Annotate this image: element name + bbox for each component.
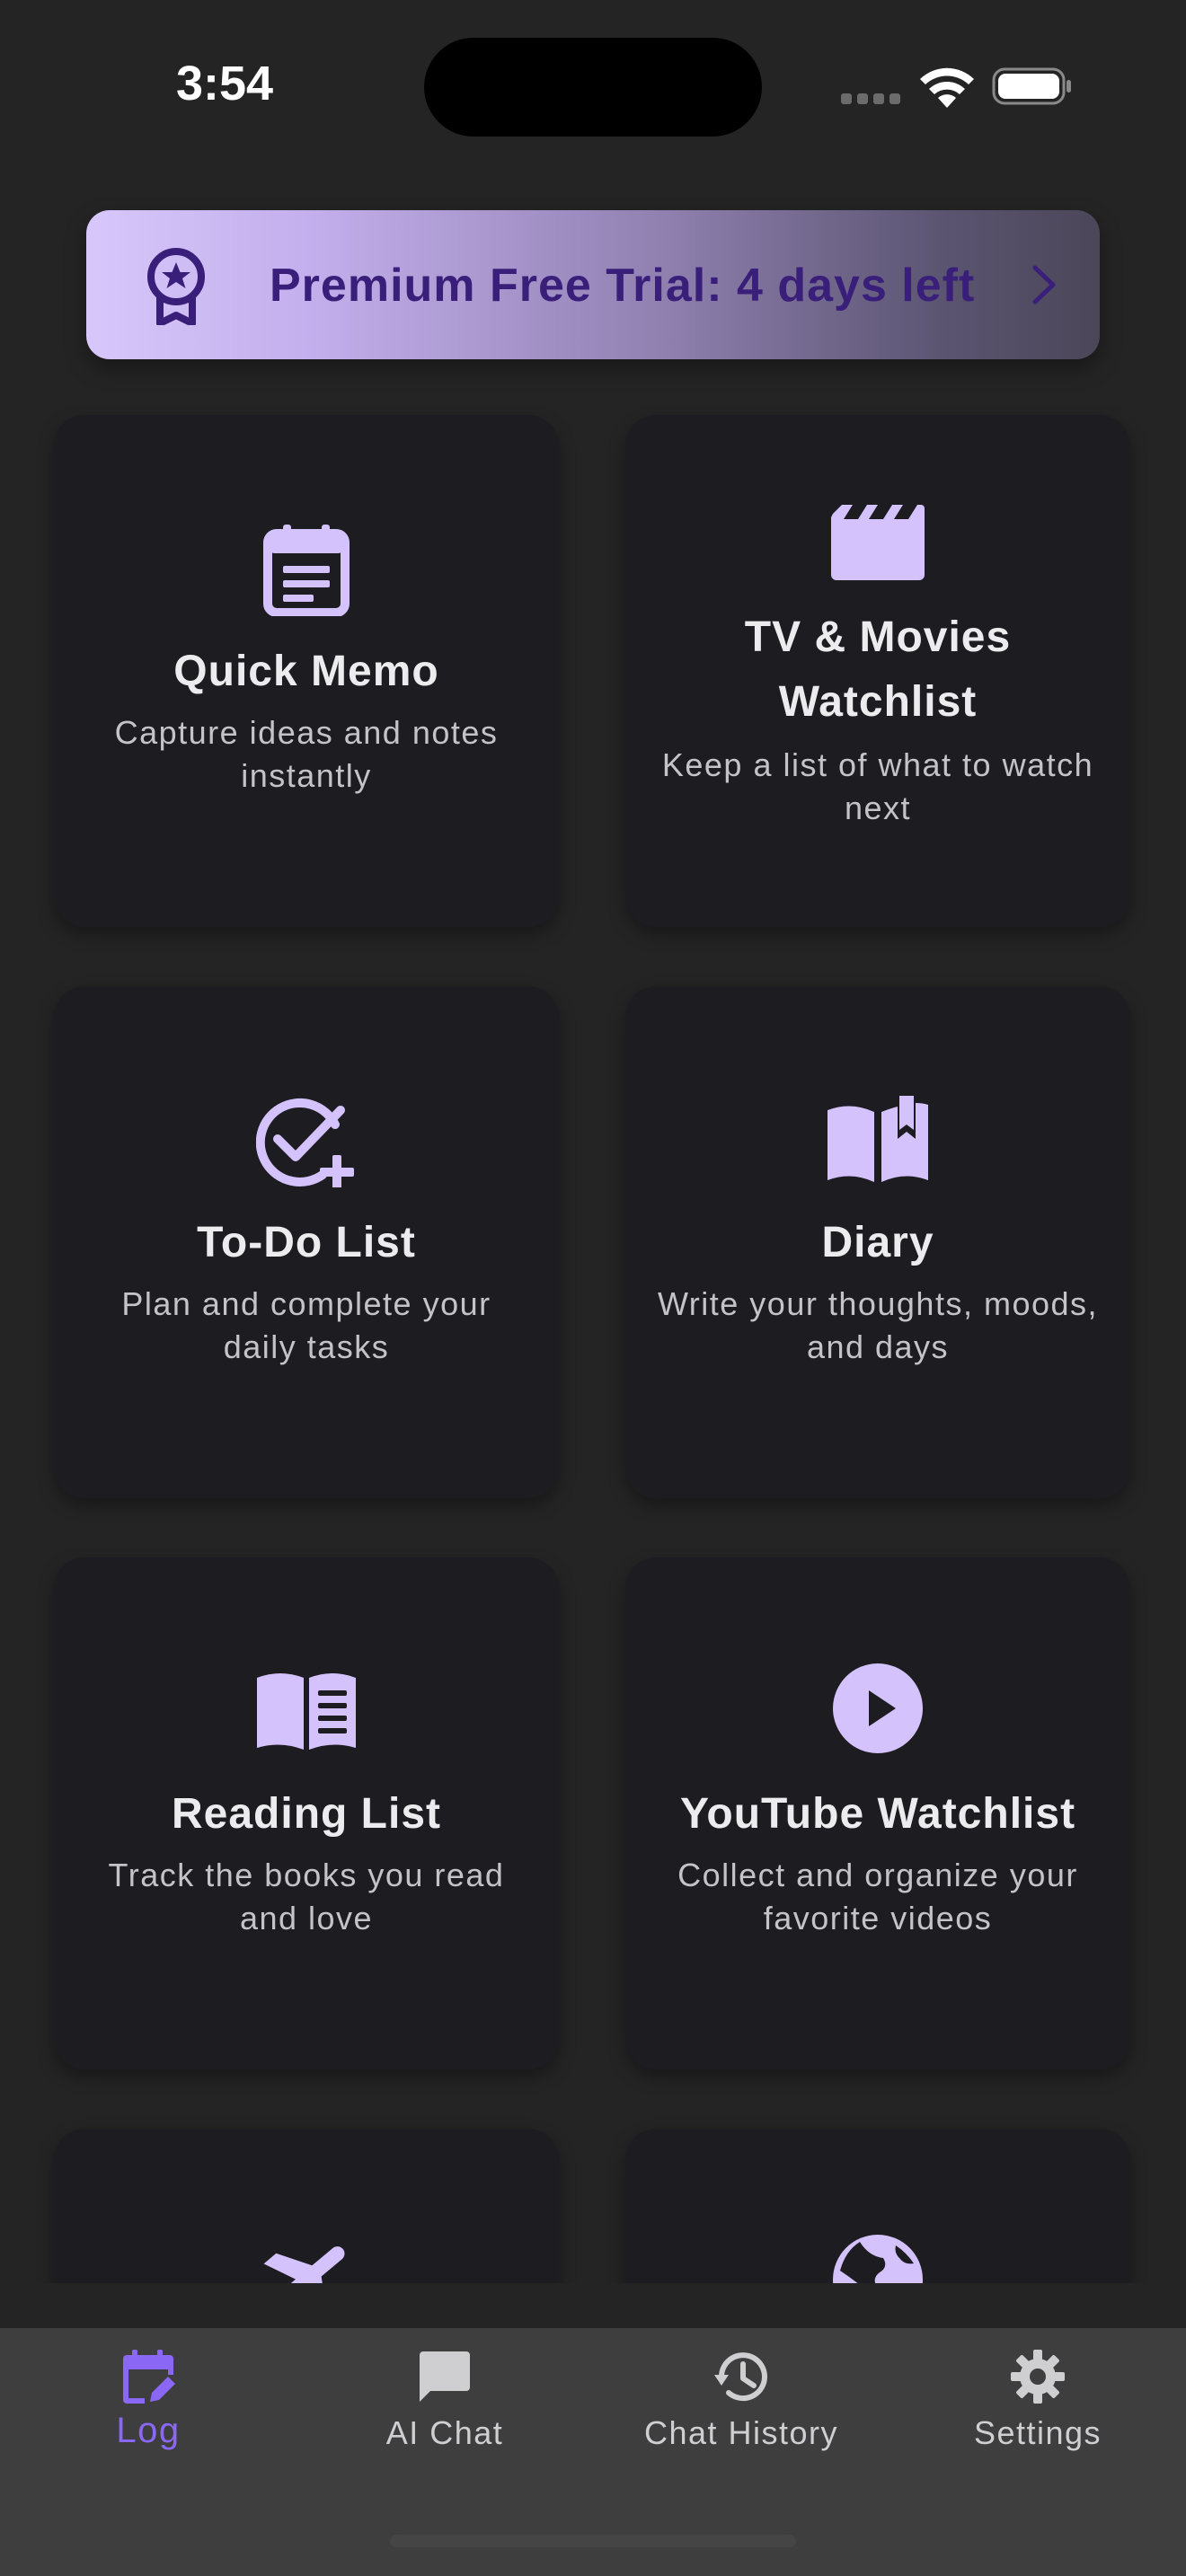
battery-icon — [992, 67, 1071, 105]
card-description: Write your thoughts, moods, and days — [657, 1285, 1099, 1365]
check-circle-plus-icon — [256, 1098, 354, 1187]
card-title: YouTube Watchlist — [679, 1790, 1076, 1838]
card-description: Collect and organize your favorite video… — [677, 1857, 1078, 1936]
tab-log[interactable]: Log — [0, 2328, 296, 2508]
tab-ai-chat[interactable]: AI Chat — [296, 2328, 593, 2508]
card-travel[interactable] — [54, 2129, 559, 2283]
tab-label: AI Chat — [385, 2414, 504, 2451]
card-title: TV & Movies Watchlist — [744, 613, 1012, 726]
card-youtube-watchlist[interactable]: YouTube Watchlist Collect and organize y… — [625, 1557, 1130, 2069]
card-diary[interactable]: Diary Write your thoughts, moods, and da… — [625, 986, 1130, 1498]
chevron-right-icon — [1032, 265, 1056, 304]
award-badge-icon — [147, 248, 205, 325]
card-title: Reading List — [171, 1790, 442, 1838]
open-book-bookmark-icon — [828, 1096, 928, 1182]
premium-trial-text: Premium Free Trial: 4 days left — [270, 260, 976, 312]
tab-label: Chat History — [643, 2414, 839, 2451]
calendar-note-icon — [263, 525, 350, 616]
wifi-icon — [920, 67, 974, 108]
status-time: 3:54 — [175, 57, 274, 110]
book-lines-icon — [257, 1673, 356, 1750]
tab-chat-history[interactable]: Chat History — [593, 2328, 890, 2508]
tab-settings[interactable]: Settings — [890, 2328, 1186, 2508]
dynamic-island — [424, 38, 762, 137]
card-reading-list[interactable]: Reading List Track the books you read an… — [54, 1557, 559, 2069]
card-description: Capture ideas and notes instantly — [114, 714, 499, 794]
globe-icon — [833, 2235, 923, 2283]
airplane-icon — [260, 2246, 345, 2283]
card-title: To-Do List — [197, 1219, 416, 1266]
calendar-edit-icon — [123, 2350, 175, 2404]
card-globe[interactable] — [625, 2129, 1130, 2283]
play-circle-icon — [833, 1663, 923, 1753]
gear-icon — [1011, 2350, 1065, 2404]
home-indicator — [390, 2535, 796, 2547]
card-title: Quick Memo — [173, 648, 439, 695]
card-quick-memo[interactable]: Quick Memo Capture ideas and notes insta… — [54, 415, 559, 927]
card-title: Diary — [821, 1219, 934, 1266]
status-bar: 3:54 — [0, 0, 1186, 180]
card-description: Keep a list of what to watch next — [661, 746, 1094, 826]
history-icon — [714, 2352, 767, 2402]
premium-trial-banner[interactable]: Premium Free Trial: 4 days left — [86, 210, 1100, 359]
tab-label: Settings — [973, 2414, 1102, 2451]
card-description: Track the books you read and love — [108, 1857, 505, 1936]
cellular-signal-icon — [841, 93, 902, 104]
tab-label: Log — [116, 2411, 181, 2450]
chat-bubble-icon — [420, 2351, 470, 2402]
clapperboard-icon — [831, 505, 925, 580]
card-description: Plan and complete your daily tasks — [121, 1285, 491, 1365]
card-to-do-list[interactable]: To-Do List Plan and complete your daily … — [54, 986, 559, 1498]
card-tv-movies-watchlist[interactable]: TV & Movies Watchlist Keep a list of wha… — [625, 415, 1130, 927]
feature-grid: Quick Memo Capture ideas and notes insta… — [0, 395, 1186, 2283]
